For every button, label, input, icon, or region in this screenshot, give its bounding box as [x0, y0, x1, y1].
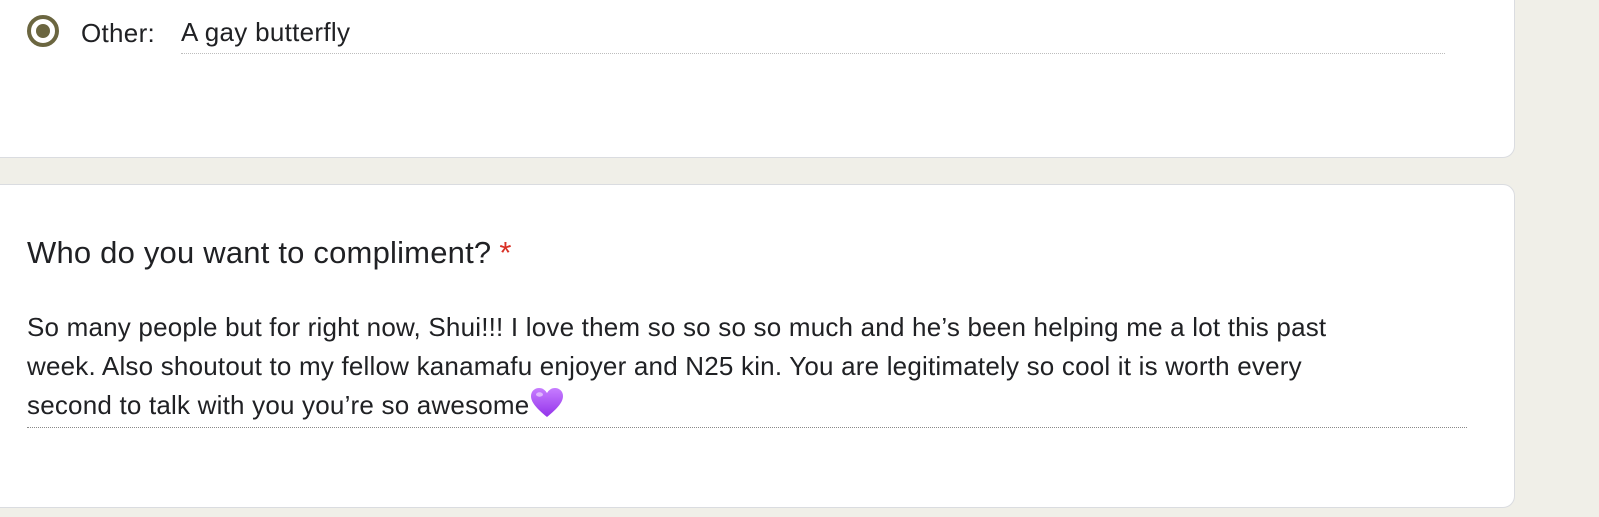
question-title: Who do you want to compliment? * — [27, 233, 512, 273]
answer-textarea[interactable]: So many people but for right now, Shui!!… — [27, 308, 1467, 428]
other-option-label: Other: — [81, 18, 156, 48]
radio-selected-dot — [36, 24, 50, 38]
question-title-text: Who do you want to compliment? — [27, 235, 492, 270]
answer-text: So many people but for right now, Shui!!… — [27, 312, 1327, 420]
compliment-question-card: Who do you want to compliment? * So many … — [0, 184, 1515, 508]
required-asterisk: * — [499, 235, 512, 270]
other-text-input[interactable] — [181, 11, 1445, 54]
previous-question-card: Other: — [0, 0, 1515, 158]
other-radio-button[interactable] — [27, 15, 59, 47]
purple-heart-icon — [531, 388, 564, 417]
other-option-row[interactable]: Other: — [27, 11, 1467, 55]
